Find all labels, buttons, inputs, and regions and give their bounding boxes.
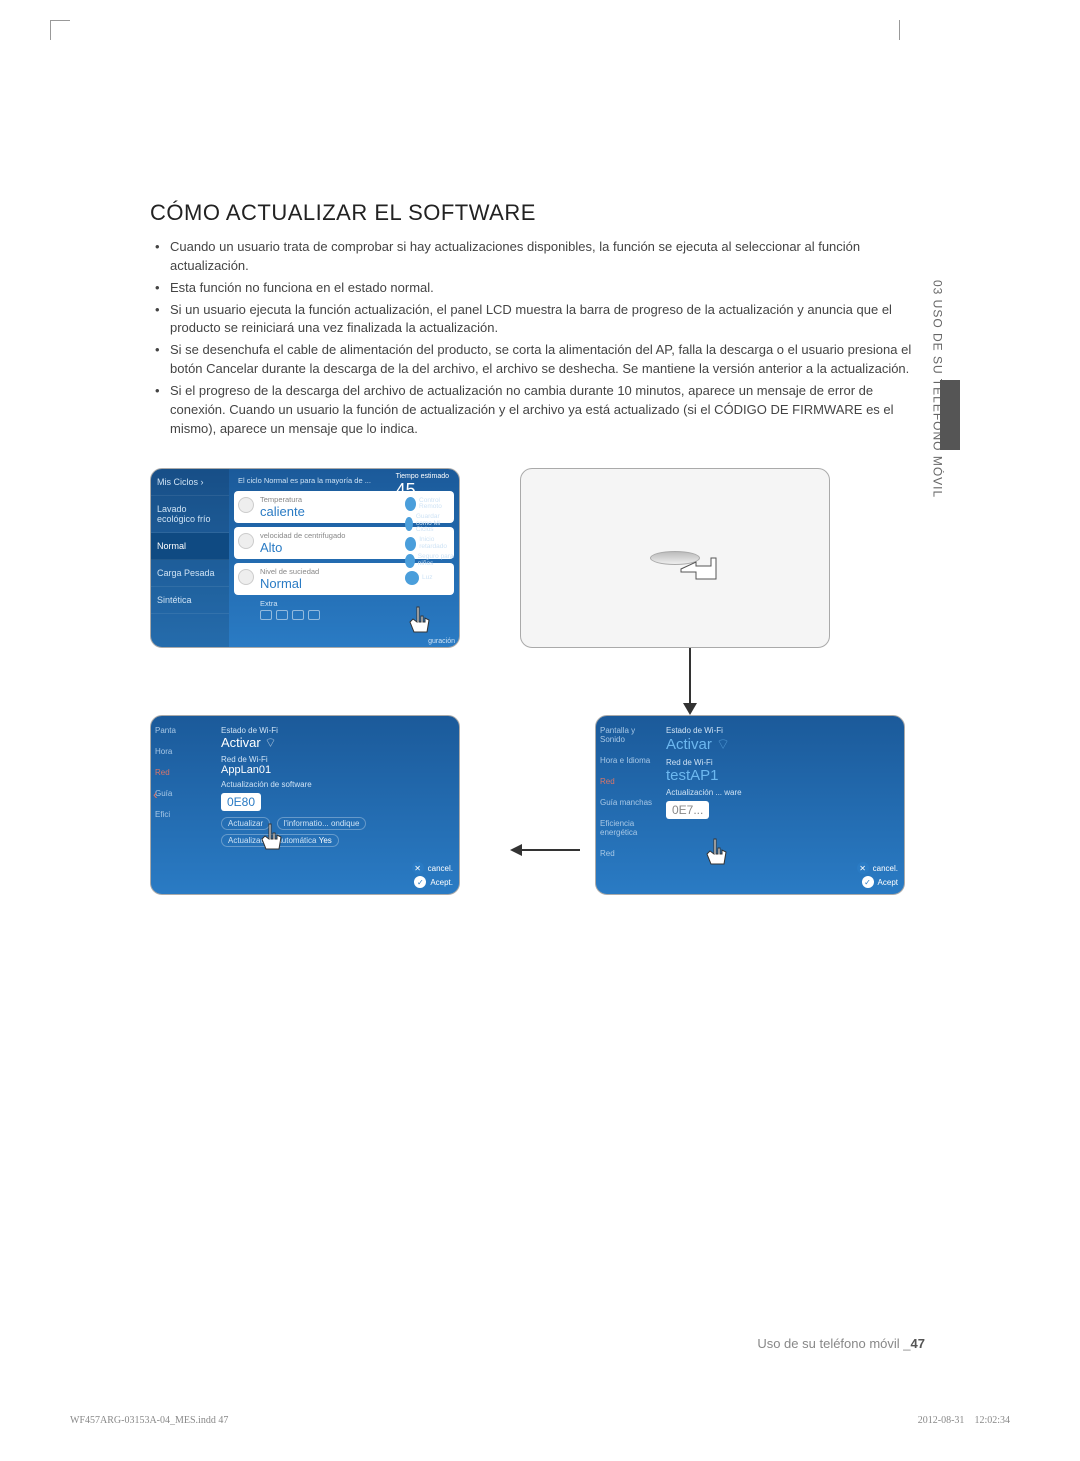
sidebar-item: Mis Ciclos › [151,469,229,496]
arrow-left-icon [520,849,580,851]
list-item: Si el progreso de la descarga del archiv… [150,382,930,439]
sidebar-item: Eficiencia energética [596,813,658,843]
wifi-net-label: Red de Wi-Fi [666,758,896,767]
sidebar-item: Guía [151,783,213,804]
print-time: 12:02:34 [974,1415,1010,1426]
page-title: CÓMO ACTUALIZAR EL SOFTWARE [150,200,930,226]
update-label: Actualización de software [221,780,451,789]
wifi-status-label: Estado de Wi-Fi [221,726,451,735]
pointing-hand-icon [399,602,439,642]
spin-icon [238,533,254,549]
light-icon [405,571,419,585]
icon-label: Seguro para niños [418,554,455,567]
sidebar-item: Red [151,762,213,783]
wifi-net-label: Red de Wi-Fi [221,755,451,764]
wifi-icon: ⌔ [264,735,276,750]
page-footer: Uso de su teléfono móvil _47 [757,1336,925,1351]
list-item: Si un usuario ejecuta la función actuali… [150,301,930,339]
update-label: Actualización ... ware [666,788,896,797]
sidebar-item: Hora [151,741,213,762]
close-icon: ✕ [857,862,869,874]
icon-label: Guardar como Mi Ciclos [416,514,455,534]
sidebar-item: Guía manchas [596,792,658,813]
remote-icon [405,497,416,511]
wifi-status-label: Estado de Wi-Fi [666,726,896,735]
cancel-label: cancel. [428,864,453,873]
figure-settings-update: Panta Hora Red Guía Efici ‹ Estado de Wi… [150,715,460,895]
sidebar-item: Carga Pesada [151,560,229,587]
time-label: Tiempo estimado [396,473,449,480]
accept-label: Acept [878,878,898,887]
dialog-buttons: ✕ cancel. ✓ Acept. [412,860,453,888]
sidebar-item: Red [596,771,658,792]
save-icon [405,517,413,531]
wifi-net-value: AppLan01 [221,764,451,776]
bullet-list: Cuando un usuario trata de comprobar si … [150,238,930,438]
figure-disc-insert [520,468,830,648]
list-item: Esta función no funciona en el estado no… [150,279,930,298]
close-icon: ✕ [412,862,424,874]
sidebar-item: Lavado ecológico frío [151,496,229,533]
soil-icon [238,569,254,585]
print-filename: WF457ARG-03153A-04_MES.indd 47 [70,1415,228,1426]
figure-washer-ui: Mis Ciclos › Lavado ecológico frío Norma… [150,468,460,648]
print-metadata: WF457ARG-03153A-04_MES.indd 47 2012-08-3… [70,1415,1010,1426]
update-version: 0E80 [221,793,261,811]
arrow-down-icon [535,648,845,715]
pointing-hand-icon [671,544,731,594]
chevron-left-icon: ‹ [153,786,158,802]
corner-text: guración [428,638,455,645]
sidebar-item: Hora e Idioma [596,750,658,771]
sidebar-item: Efici [151,804,213,825]
figure-sidebar: Pantalla y Sonido Hora e Idioma Red Guía… [596,716,658,894]
figure-settings-network: Pantalla y Sonido Hora e Idioma Red Guía… [595,715,905,895]
sidebar-item: Normal [151,533,229,560]
thermometer-icon [238,497,254,513]
figure-sidebar: Panta Hora Red Guía Efici [151,716,213,894]
wifi-status-value: Activar ⌔ [221,735,451,751]
sidebar-item: Sintética [151,587,229,614]
cancel-label: cancel. [873,864,898,873]
update-version: 0E7... [666,801,709,819]
print-date: 2012-08-31 [918,1415,965,1426]
childlock-icon [405,554,415,568]
icon-label: Luz [422,575,432,582]
sidebar-item: Red [596,843,658,864]
side-tab-marker [940,380,960,450]
list-item: Si se desenchufa el cable de alimentació… [150,341,930,379]
icon-label: Inicio retardado [419,537,455,550]
delay-icon [405,537,416,551]
figure-right-icons: Control Remoto Guardar como Mi Ciclos In… [405,497,455,588]
check-icon: ✓ [414,876,426,888]
dialog-buttons: ✕ cancel. ✓ Acept [857,860,898,888]
check-icon: ✓ [862,876,874,888]
sidebar-item: Panta [151,720,213,741]
sidebar-item: Pantalla y Sonido [596,720,658,750]
icon-label: Control Remoto [419,498,455,511]
list-item: Cuando un usuario trata de comprobar si … [150,238,930,276]
pointing-hand-icon [251,819,291,859]
pointing-hand-icon [696,834,736,874]
accept-label: Acept. [430,878,453,887]
figure-sidebar: Mis Ciclos › Lavado ecológico frío Norma… [151,469,229,647]
wifi-icon: ⌔ [716,736,730,753]
wifi-net-value: testAP1 [666,767,896,784]
wifi-status-value: Activar ⌔ [666,735,896,754]
